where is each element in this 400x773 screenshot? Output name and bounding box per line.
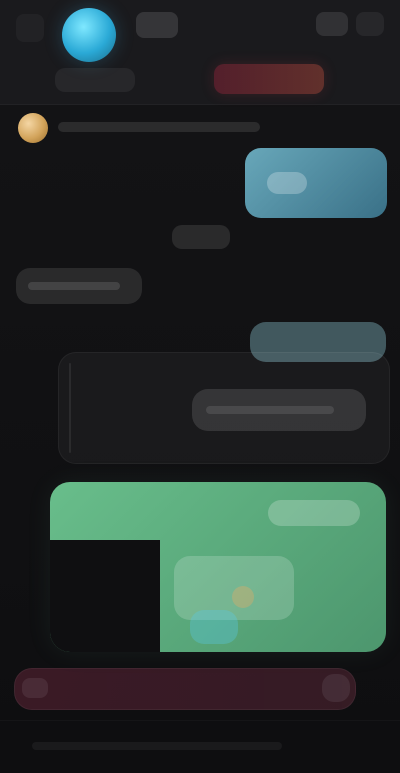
media-overlay-pill	[268, 500, 360, 526]
media-preview-panel	[174, 556, 294, 620]
profile-avatar[interactable]	[62, 8, 116, 62]
media-preview-icon	[190, 610, 238, 644]
bottom-info-line	[32, 742, 282, 750]
tab-right-active[interactable]	[214, 64, 324, 94]
outgoing-message-bubble[interactable]	[16, 268, 142, 304]
more-icon[interactable]	[356, 12, 384, 36]
menu-icon[interactable]	[16, 14, 44, 42]
small-message-pill[interactable]	[172, 225, 230, 249]
incoming-media-bubble[interactable]	[245, 148, 387, 218]
tab-left[interactable]	[55, 68, 135, 92]
message-input-bar[interactable]	[14, 668, 356, 710]
sender-info-line	[58, 122, 260, 132]
attachment-icon[interactable]	[22, 678, 48, 698]
chat-app-screen	[0, 0, 400, 773]
call-icon[interactable]	[316, 12, 348, 36]
sender-avatar	[18, 113, 48, 143]
reply-message-pill[interactable]	[192, 389, 366, 431]
top-header	[0, 0, 400, 105]
media-indicator-dot	[232, 586, 254, 608]
send-icon[interactable]	[322, 674, 350, 702]
status-pill[interactable]	[136, 12, 178, 38]
